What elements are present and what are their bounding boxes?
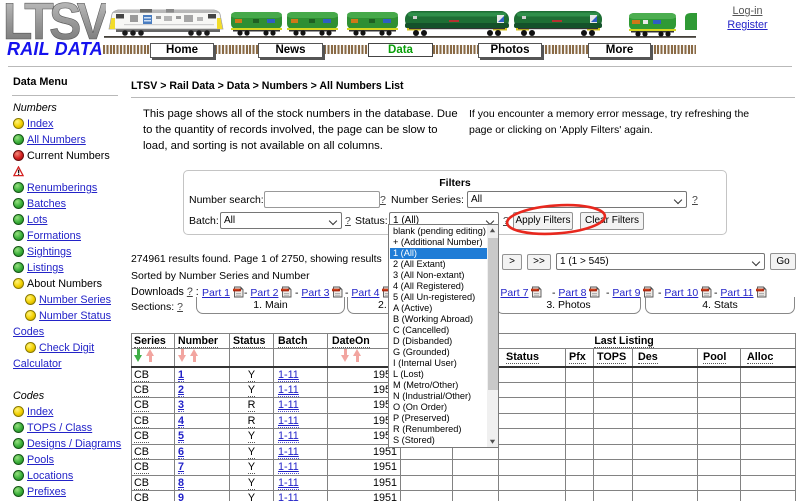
svg-text:LTSV: LTSV xyxy=(3,0,106,44)
